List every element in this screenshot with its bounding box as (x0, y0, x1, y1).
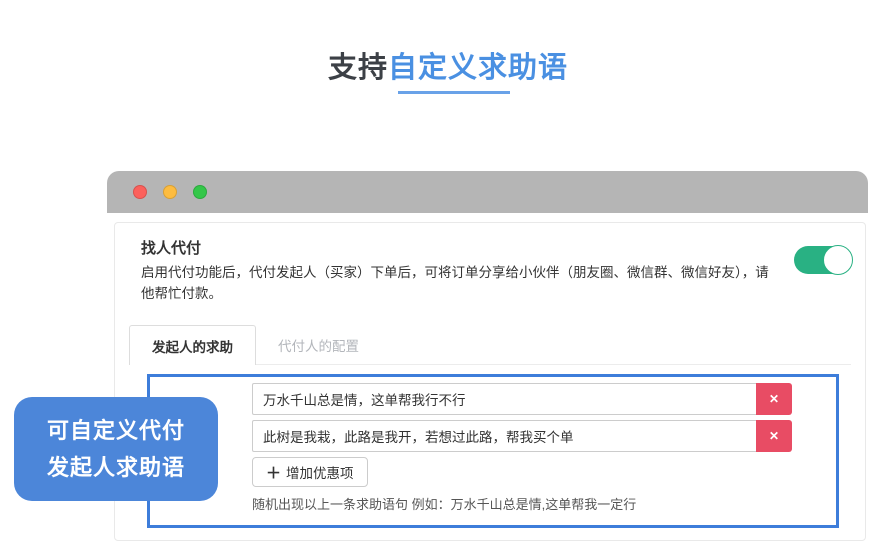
zoom-window-icon[interactable] (193, 185, 207, 199)
callout-line-2: 发起人求助语 (47, 449, 185, 486)
page-title-prefix: 支持 (328, 52, 388, 84)
settings-panel: 找人代付 启用代付功能后，代付发起人（买家）下单后，可将订单分享给小伙伴（朋友圈… (114, 222, 866, 541)
feature-toggle[interactable] (794, 246, 852, 274)
browser-window-titlebar (107, 171, 868, 213)
window-controls (133, 185, 207, 199)
title-underline (398, 91, 510, 94)
page-title-highlight: 自定义求助语 (388, 52, 568, 84)
tab-bar: 发起人的求助 代付人的配置 (129, 325, 851, 365)
callout-annotation: 可自定义代付 发起人求助语 (14, 397, 218, 501)
tab-payer-config[interactable]: 代付人的配置 (256, 325, 381, 364)
section-description: 启用代付功能后，代付发起人（买家）下单后，可将订单分享给小伙伴（朋友圈、微信群、… (141, 262, 781, 304)
page-title: 支持自定义求助语 (0, 44, 896, 86)
phrase-row: ✕ (252, 420, 792, 452)
add-option-button[interactable]: ＋增加优惠项 (252, 457, 368, 487)
close-window-icon[interactable] (133, 185, 147, 199)
phrase-row: ✕ (252, 383, 792, 415)
close-icon: ✕ (769, 392, 779, 406)
close-icon: ✕ (769, 429, 779, 443)
remove-phrase-button-2[interactable]: ✕ (756, 420, 792, 452)
minimize-window-icon[interactable] (163, 185, 177, 199)
phrase-input-2[interactable] (252, 420, 756, 452)
tab-initiator-help[interactable]: 发起人的求助 (129, 325, 256, 365)
section-heading: 找人代付 (141, 237, 201, 258)
remove-phrase-button-1[interactable]: ✕ (756, 383, 792, 415)
phrase-input-1[interactable] (252, 383, 756, 415)
toggle-knob (823, 245, 853, 275)
callout-line-1: 可自定义代付 (47, 412, 185, 449)
plus-icon: ＋ (266, 462, 281, 483)
random-phrase-hint: 随机出现以上一条求助语句 例如：万水千山总是情,这单帮我一定行 (252, 494, 636, 513)
add-option-label: 增加优惠项 (286, 462, 354, 482)
